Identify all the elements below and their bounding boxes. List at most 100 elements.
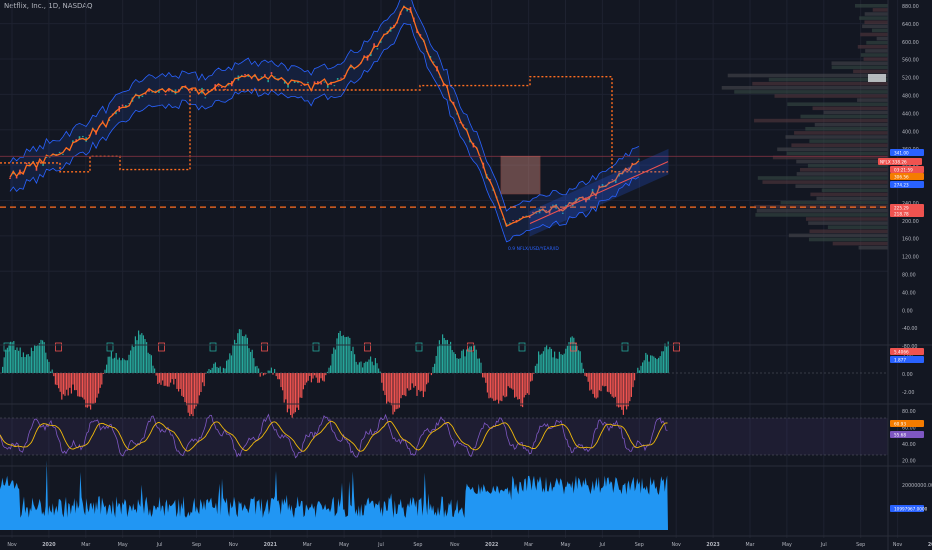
histogram-bar: [109, 356, 111, 373]
x-tick-label: Sep: [192, 542, 201, 548]
histogram-bar: [333, 347, 335, 373]
histogram-bar: [282, 373, 284, 391]
histogram-bar: [595, 373, 597, 399]
histogram-bar: [115, 353, 117, 373]
channel-mid: [529, 161, 669, 224]
price-tag-value: 341.00: [894, 151, 909, 156]
histogram-bar: [373, 365, 375, 373]
histogram-bar: [227, 359, 229, 373]
histogram-bar: [101, 373, 103, 385]
volume-profile-bar: [734, 90, 888, 94]
price-tag: 218.78: [890, 210, 924, 217]
histogram-bar: [278, 373, 280, 380]
histogram-bar: [424, 373, 426, 392]
histogram-bar: [283, 373, 285, 403]
histogram-bar: [378, 368, 380, 373]
histogram-bar: [123, 359, 125, 373]
trading-chart[interactable]: 0.9 NFLX/USD/YEAR/ID 880.00 640.00 600.00 56…: [0, 0, 932, 550]
histogram-bar: [195, 373, 197, 407]
histogram-bar: [312, 373, 314, 379]
histogram-bar: [43, 342, 45, 373]
histogram-bar: [32, 351, 34, 373]
x-tick-label: Nov: [672, 542, 682, 548]
histogram-bar: [197, 373, 199, 405]
histogram-bar: [128, 354, 130, 373]
histogram-bar: [421, 373, 423, 391]
candle: [141, 95, 144, 97]
histogram-bar: [341, 336, 343, 373]
histogram-bar: [408, 373, 410, 391]
band-upper: [9, 0, 640, 212]
histogram-bar: [526, 373, 528, 394]
histogram-bar: [403, 373, 405, 396]
y-tick-label: 520.00: [902, 76, 919, 82]
price-tag: 274.23: [890, 181, 924, 188]
histogram-bar: [91, 373, 93, 404]
histogram-tag-value: 1.877: [894, 358, 906, 363]
histogram-bar: [304, 373, 306, 386]
histogram-bar: [130, 350, 132, 373]
histogram-bar: [222, 367, 224, 373]
histogram-bar: [557, 358, 559, 373]
candle: [300, 84, 303, 86]
histogram-bar: [563, 353, 565, 373]
x-tick-label: Nov: [7, 542, 17, 548]
signal-marker: [415, 342, 423, 352]
histogram-bar: [24, 357, 26, 373]
histogram-bar: [363, 362, 365, 373]
histogram-bar: [11, 342, 13, 373]
x-tick-label: Nov: [229, 542, 239, 548]
histogram-bar: [522, 373, 524, 408]
histogram-bar: [155, 373, 157, 376]
histogram-bar: [82, 373, 84, 398]
signal-marker: [312, 342, 320, 352]
volume-profile-bar: [756, 209, 888, 213]
histogram-bar: [590, 373, 592, 390]
histogram-bar: [494, 373, 496, 401]
histogram-bar: [430, 373, 432, 376]
histogram-bar: [413, 373, 415, 388]
histogram-bar: [453, 352, 455, 373]
price-tag-value: 225.29: [894, 206, 909, 211]
histogram-bar: [182, 373, 184, 397]
histogram-bar: [3, 357, 5, 373]
oscillator-tag-value: 60.93: [894, 422, 906, 427]
histogram-bar: [493, 373, 495, 401]
histogram-bar: [336, 338, 338, 373]
volume-profile-bar: [809, 229, 888, 234]
histogram-bar: [501, 373, 503, 402]
histogram-bar: [389, 373, 391, 403]
volume-profile-bar: [755, 213, 888, 217]
histogram-bar: [306, 373, 308, 383]
histogram-bar: [349, 337, 351, 373]
histogram-bar: [61, 373, 63, 400]
histogram-bar: [387, 373, 389, 402]
histogram-bar: [267, 370, 269, 373]
histogram-bar: [654, 357, 656, 373]
histogram-bar: [610, 373, 612, 395]
volume-profile-bar: [864, 12, 888, 16]
candle: [121, 104, 124, 107]
histogram-bar: [291, 373, 293, 418]
histogram-bar: [629, 373, 631, 402]
histogram-bar: [536, 363, 538, 373]
candle: [638, 158, 640, 160]
histogram-bar: [538, 351, 540, 373]
histogram-bar: [240, 329, 242, 373]
histogram-bar: [165, 373, 167, 386]
candle: [58, 151, 61, 153]
histogram-bar: [242, 336, 244, 373]
histogram-bar: [51, 369, 53, 373]
histogram-bar: [331, 353, 333, 373]
y-tick-label: 200.00: [902, 219, 919, 225]
histogram-bar: [418, 373, 420, 390]
histogram-bar: [77, 373, 79, 397]
histogram-bar: [630, 373, 632, 397]
volume-profile-bar: [799, 168, 888, 172]
histogram-bar: [496, 373, 498, 400]
histogram-bar: [174, 373, 176, 379]
histogram-bar: [237, 333, 239, 373]
histogram-bar: [173, 373, 175, 385]
volume-profile-bar: [808, 221, 888, 225]
volume-profile-bar: [796, 159, 888, 164]
